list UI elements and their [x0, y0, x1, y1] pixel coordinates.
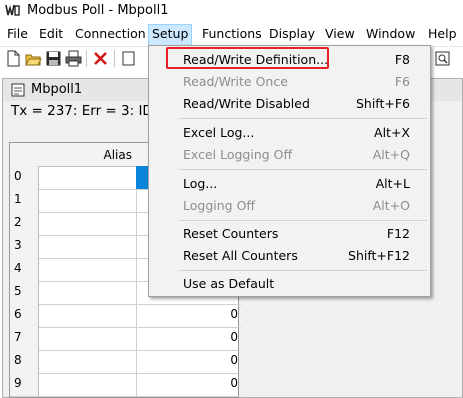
toolbar-separator	[114, 50, 115, 67]
grid-corner-header	[10, 143, 35, 167]
alias-cell[interactable]	[34, 166, 137, 190]
menu-functions[interactable]: Functions	[201, 26, 263, 41]
poll-status-text: Tx = 237: Err = 3: ID	[11, 103, 153, 119]
menu-connection[interactable]: Connection	[74, 26, 147, 41]
menu-window[interactable]: Window	[365, 26, 416, 41]
value-cell[interactable]: 0	[136, 350, 241, 374]
alias-cell[interactable]	[34, 281, 137, 305]
menu-separator	[179, 220, 427, 221]
menu-item-shortcut: F12	[386, 226, 410, 241]
alias-cell[interactable]	[34, 304, 137, 328]
menu-item-label: Log...	[183, 176, 218, 191]
menu-item-label: Reset Counters	[183, 226, 279, 241]
menu-item-excel-log[interactable]: Excel Log... Alt+X	[151, 122, 428, 144]
menu-item-read-write-once: Read/Write Once F6	[151, 71, 428, 93]
menu-item-label: Use as Default	[183, 276, 275, 291]
alias-cell[interactable]	[34, 373, 137, 397]
grid-header-alias[interactable]: Alias	[34, 143, 137, 167]
document-icon[interactable]	[120, 50, 137, 67]
menu-item-excel-logging-off: Excel Logging Off Alt+Q	[151, 144, 428, 166]
alias-cell[interactable]	[34, 258, 137, 282]
menu-separator	[179, 169, 427, 170]
highlight-annotation-box	[166, 47, 329, 69]
value-cell[interactable]: 0	[136, 327, 241, 351]
table-row: 8 0	[10, 350, 241, 374]
menu-item-label: Read/Write Disabled	[183, 96, 310, 111]
menu-view[interactable]: View	[324, 26, 356, 41]
alias-column-label: Alias	[103, 148, 132, 162]
delete-icon[interactable]	[92, 50, 109, 67]
menu-item-shortcut: Shift+F6	[355, 96, 410, 111]
menu-bar: File Edit Connection Setup Functions Dis…	[0, 22, 463, 46]
menu-item-read-write-disabled[interactable]: Read/Write Disabled Shift+F6	[151, 93, 428, 115]
alias-cell[interactable]	[34, 350, 137, 374]
menu-separator	[179, 270, 427, 271]
table-row: 7 0	[10, 327, 241, 351]
menu-item-label: Read/Write Once	[183, 74, 288, 89]
menu-display[interactable]: Display	[268, 26, 316, 41]
alias-cell[interactable]	[34, 212, 137, 236]
value-cell[interactable]: 0	[136, 373, 241, 397]
poll-document-icon	[11, 83, 25, 97]
alias-cell[interactable]	[34, 189, 137, 213]
table-row: 6 0	[10, 304, 241, 328]
modbus-app-icon	[5, 3, 21, 18]
menu-help[interactable]: Help	[427, 26, 458, 41]
menu-separator	[179, 118, 427, 119]
menu-item-logging-off: Logging Off Alt+O	[151, 195, 428, 217]
menu-setup[interactable]: Setup	[148, 24, 193, 46]
table-row: 9 0	[10, 373, 241, 397]
menu-item-label: Excel Logging Off	[183, 147, 293, 162]
alias-cell[interactable]	[34, 235, 137, 259]
new-icon[interactable]	[5, 50, 22, 67]
menu-item-shortcut: Alt+Q	[372, 147, 410, 162]
menu-item-shortcut: Shift+F12	[348, 248, 410, 263]
menu-item-shortcut: F6	[394, 74, 410, 89]
menu-item-label: Logging Off	[183, 198, 256, 213]
menu-file[interactable]: File	[6, 26, 29, 41]
menu-item-shortcut: Alt+X	[374, 125, 410, 140]
window-title: Modbus Poll - Mbpoll1	[27, 3, 169, 18]
save-icon[interactable]	[45, 50, 62, 67]
menu-item-label: Excel Log...	[183, 125, 255, 140]
toolbar-separator	[86, 50, 87, 67]
print-icon[interactable]	[65, 50, 82, 67]
menu-item-label: Reset All Counters	[183, 248, 298, 263]
setup-menu-dropdown: Read/Write Definition... F8 Read/Write O…	[148, 45, 431, 297]
menu-item-reset-all-counters[interactable]: Reset All Counters Shift+F12	[151, 245, 428, 267]
open-icon[interactable]	[25, 50, 42, 67]
menu-item-log[interactable]: Log... Alt+L	[151, 173, 428, 195]
menu-item-shortcut: F8	[394, 52, 410, 67]
value-cell[interactable]: 0	[136, 304, 241, 328]
alias-cell[interactable]	[34, 327, 137, 351]
report-icon[interactable]	[434, 50, 451, 67]
menu-item-use-as-default[interactable]: Use as Default	[151, 273, 428, 295]
menu-item-shortcut: Alt+O	[372, 198, 410, 213]
menu-item-reset-counters[interactable]: Reset Counters F12	[151, 223, 428, 245]
title-bar: Modbus Poll - Mbpoll1	[0, 0, 463, 22]
child-window-title: Mbpoll1	[31, 82, 83, 97]
menu-edit[interactable]: Edit	[38, 26, 64, 41]
menu-item-shortcut: Alt+L	[375, 176, 410, 191]
